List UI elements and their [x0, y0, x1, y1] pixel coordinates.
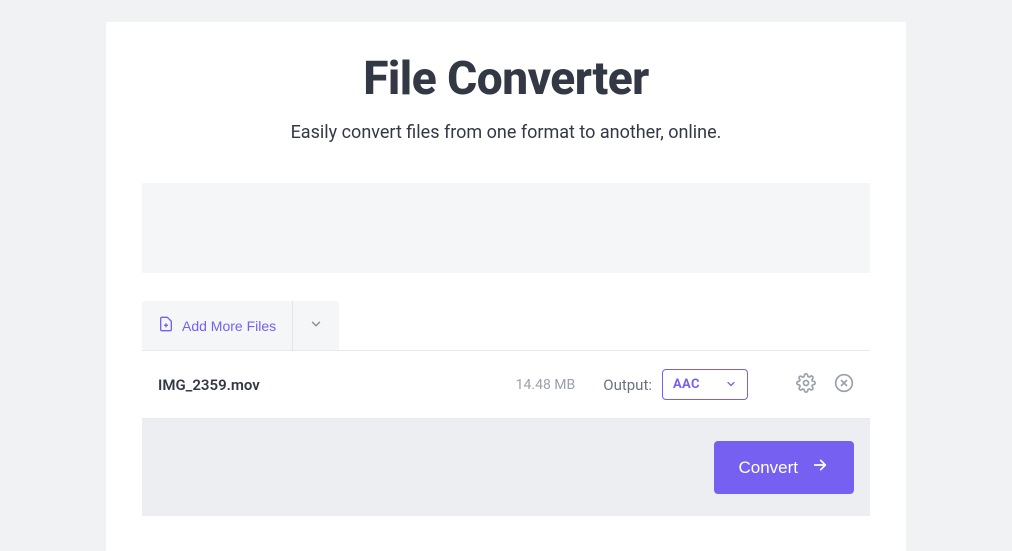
output-format-select[interactable]: AAC — [662, 369, 748, 400]
add-more-files-button[interactable]: Add More Files — [142, 301, 292, 350]
file-size: 14.48 MB — [516, 377, 576, 393]
converter-panel: Add More Files IMG_2359.mov 14.48 MB Out… — [142, 301, 870, 516]
ad-banner — [142, 183, 870, 273]
footer-row: Convert — [142, 419, 870, 516]
file-name: IMG_2359.mov — [158, 376, 516, 394]
arrow-right-icon — [810, 457, 830, 478]
convert-button-label: Convert — [738, 458, 798, 478]
file-row: IMG_2359.mov 14.48 MB Output: AAC — [142, 350, 870, 419]
page-subtitle: Easily convert files from one format to … — [106, 122, 906, 143]
chevron-down-icon — [309, 317, 323, 334]
output-format-value: AAC — [673, 377, 700, 392]
gear-icon — [796, 373, 816, 396]
page-title: File Converter — [106, 52, 906, 106]
close-circle-icon — [834, 373, 854, 396]
add-source-dropdown-button[interactable] — [293, 301, 339, 350]
convert-button[interactable]: Convert — [714, 441, 854, 494]
add-more-files-label: Add More Files — [182, 318, 276, 334]
file-add-icon — [158, 315, 174, 336]
settings-button[interactable] — [796, 373, 816, 396]
remove-file-button[interactable] — [834, 373, 854, 396]
output-label: Output: — [603, 376, 652, 394]
chevron-down-icon — [725, 375, 737, 394]
